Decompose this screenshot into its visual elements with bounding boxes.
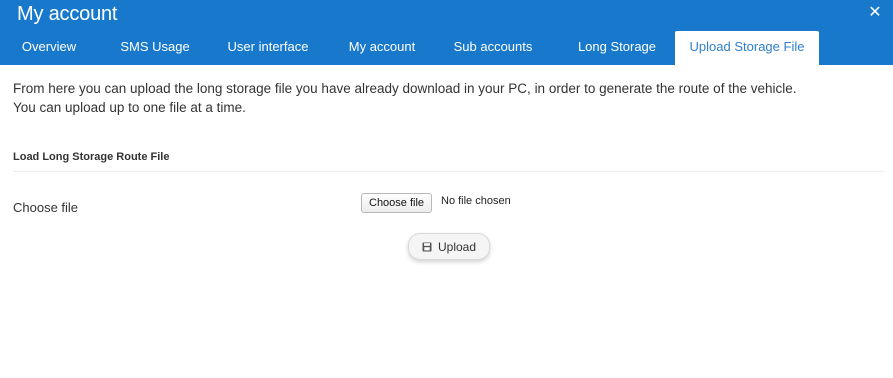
tab-user-interface[interactable]: User interface (225, 31, 311, 63)
section-title: Load Long Storage Route File (13, 151, 170, 163)
tab-sms-usage[interactable]: SMS Usage (120, 31, 190, 63)
my-account-dialog: My account ✕ Overview SMS Usage User int… (0, 0, 893, 378)
upload-storage-panel: From here you can upload the long storag… (0, 65, 893, 378)
tab-upload-storage-file[interactable]: Upload Storage File (675, 31, 819, 65)
intro-line-1: From here you can upload the long storag… (13, 81, 797, 96)
tab-sub-accounts[interactable]: Sub accounts (451, 31, 535, 63)
choose-file-label: Choose file (13, 200, 79, 215)
close-icon[interactable]: ✕ (867, 3, 883, 23)
floppy-disk-icon (422, 242, 432, 251)
intro-line-2: You can upload up to one file at a time. (13, 100, 246, 115)
file-status-text: No file chosen (441, 195, 511, 207)
tab-bar: Overview SMS Usage User interface My acc… (0, 31, 893, 65)
tab-my-account[interactable]: My account (345, 31, 419, 63)
choose-file-button[interactable]: Choose file (361, 193, 433, 213)
intro-text: From here you can upload the long storag… (13, 79, 883, 117)
tab-long-storage[interactable]: Long Storage (575, 31, 659, 63)
upload-button[interactable]: Upload (408, 233, 490, 260)
dialog-title: My account (17, 3, 118, 25)
upload-label: Upload (437, 239, 477, 254)
section-divider (13, 171, 884, 172)
dialog-header: My account ✕ Overview SMS Usage User int… (0, 0, 893, 65)
tab-overview[interactable]: Overview (20, 31, 78, 63)
